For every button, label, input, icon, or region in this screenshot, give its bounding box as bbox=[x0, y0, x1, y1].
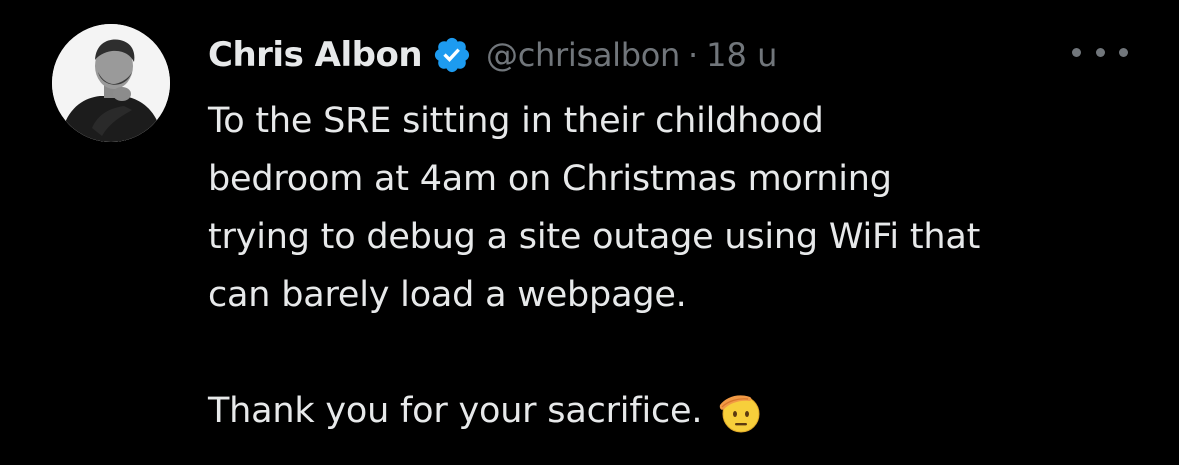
tweet[interactable]: Chris Albon @chrisalbon · 18 u To the SR… bbox=[0, 0, 1179, 465]
tweet-text-line: can barely load a webpage. bbox=[208, 275, 687, 315]
tweet-closing-text: Thank you for your sacrifice. bbox=[208, 391, 703, 431]
tweet-header: Chris Albon @chrisalbon · 18 u bbox=[208, 30, 777, 80]
more-dot bbox=[1119, 47, 1128, 57]
more-dot bbox=[1095, 47, 1105, 57]
more-options-icon[interactable] bbox=[1072, 38, 1128, 66]
author-name[interactable]: Chris Albon bbox=[208, 35, 423, 75]
saluting-face-emoji-icon bbox=[716, 387, 764, 435]
tweet-closing: Thank you for your sacrifice. bbox=[208, 382, 1148, 440]
avatar-photo bbox=[52, 24, 170, 142]
tweet-text: To the SRE sitting in their childhood be… bbox=[208, 92, 1148, 440]
more-dot bbox=[1072, 47, 1081, 57]
author-handle[interactable]: @chrisalbon bbox=[486, 36, 680, 74]
tweet-text-line: bedroom at 4am on Christmas morning bbox=[208, 159, 892, 199]
avatar[interactable] bbox=[52, 24, 170, 142]
header-separator: · bbox=[688, 36, 699, 74]
tweet-text-line: To the SRE sitting in their childhood bbox=[208, 101, 824, 141]
verified-badge-icon[interactable] bbox=[432, 35, 472, 75]
tweet-timestamp[interactable]: 18 u bbox=[706, 36, 777, 74]
tweet-text-line: trying to debug a site outage using WiFi… bbox=[208, 217, 981, 257]
